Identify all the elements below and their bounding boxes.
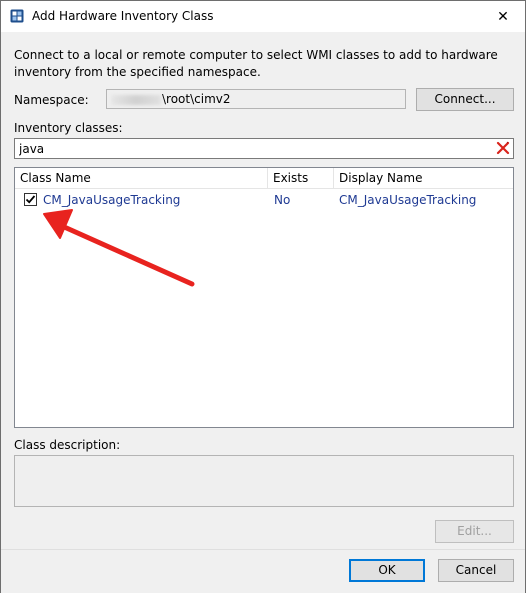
ok-button[interactable]: OK bbox=[349, 559, 425, 582]
list-header: Class Name Exists Display Name bbox=[15, 168, 513, 189]
column-header-exists[interactable]: Exists bbox=[268, 168, 333, 188]
dialog-window: Add Hardware Inventory Class ✕ Connect t… bbox=[0, 0, 526, 593]
class-description-box bbox=[14, 455, 514, 507]
namespace-value: \root\cimv2 bbox=[162, 92, 231, 106]
edit-button[interactable]: Edit... bbox=[435, 520, 514, 543]
window-title: Add Hardware Inventory Class bbox=[32, 9, 214, 23]
table-row[interactable]: CM_JavaUsageTracking No CM_JavaUsageTrac… bbox=[15, 190, 513, 210]
intro-text: Connect to a local or remote computer to… bbox=[14, 48, 498, 79]
checkmark-icon bbox=[25, 195, 36, 204]
redacted-computer-name bbox=[111, 94, 161, 105]
exists-cell: No bbox=[274, 193, 291, 207]
close-icon: ✕ bbox=[497, 8, 509, 25]
close-button[interactable]: ✕ bbox=[481, 1, 525, 32]
namespace-label: Namespace: bbox=[14, 93, 89, 107]
inventory-search-field[interactable] bbox=[14, 138, 514, 159]
class-name-cell: CM_JavaUsageTracking bbox=[43, 193, 181, 207]
hardware-inventory-icon bbox=[10, 9, 24, 23]
inventory-classes-label: Inventory classes: bbox=[14, 121, 123, 135]
cancel-button[interactable]: Cancel bbox=[438, 559, 514, 582]
inventory-search-input[interactable] bbox=[17, 140, 491, 157]
display-name-cell: CM_JavaUsageTracking bbox=[339, 193, 477, 207]
class-description-label: Class description: bbox=[14, 438, 121, 452]
namespace-field: \root\cimv2 bbox=[106, 89, 406, 109]
class-select-checkbox[interactable] bbox=[24, 193, 37, 206]
column-header-display-name[interactable]: Display Name bbox=[334, 168, 512, 188]
dialog-footer: OK Cancel bbox=[1, 549, 525, 593]
connect-button[interactable]: Connect... bbox=[416, 88, 514, 111]
title-bar: Add Hardware Inventory Class ✕ bbox=[1, 1, 525, 32]
column-header-class-name[interactable]: Class Name bbox=[15, 168, 267, 188]
inventory-class-list[interactable]: Class Name Exists Display Name CM_JavaUs… bbox=[14, 167, 514, 428]
red-x-clear-icon[interactable] bbox=[496, 141, 510, 155]
